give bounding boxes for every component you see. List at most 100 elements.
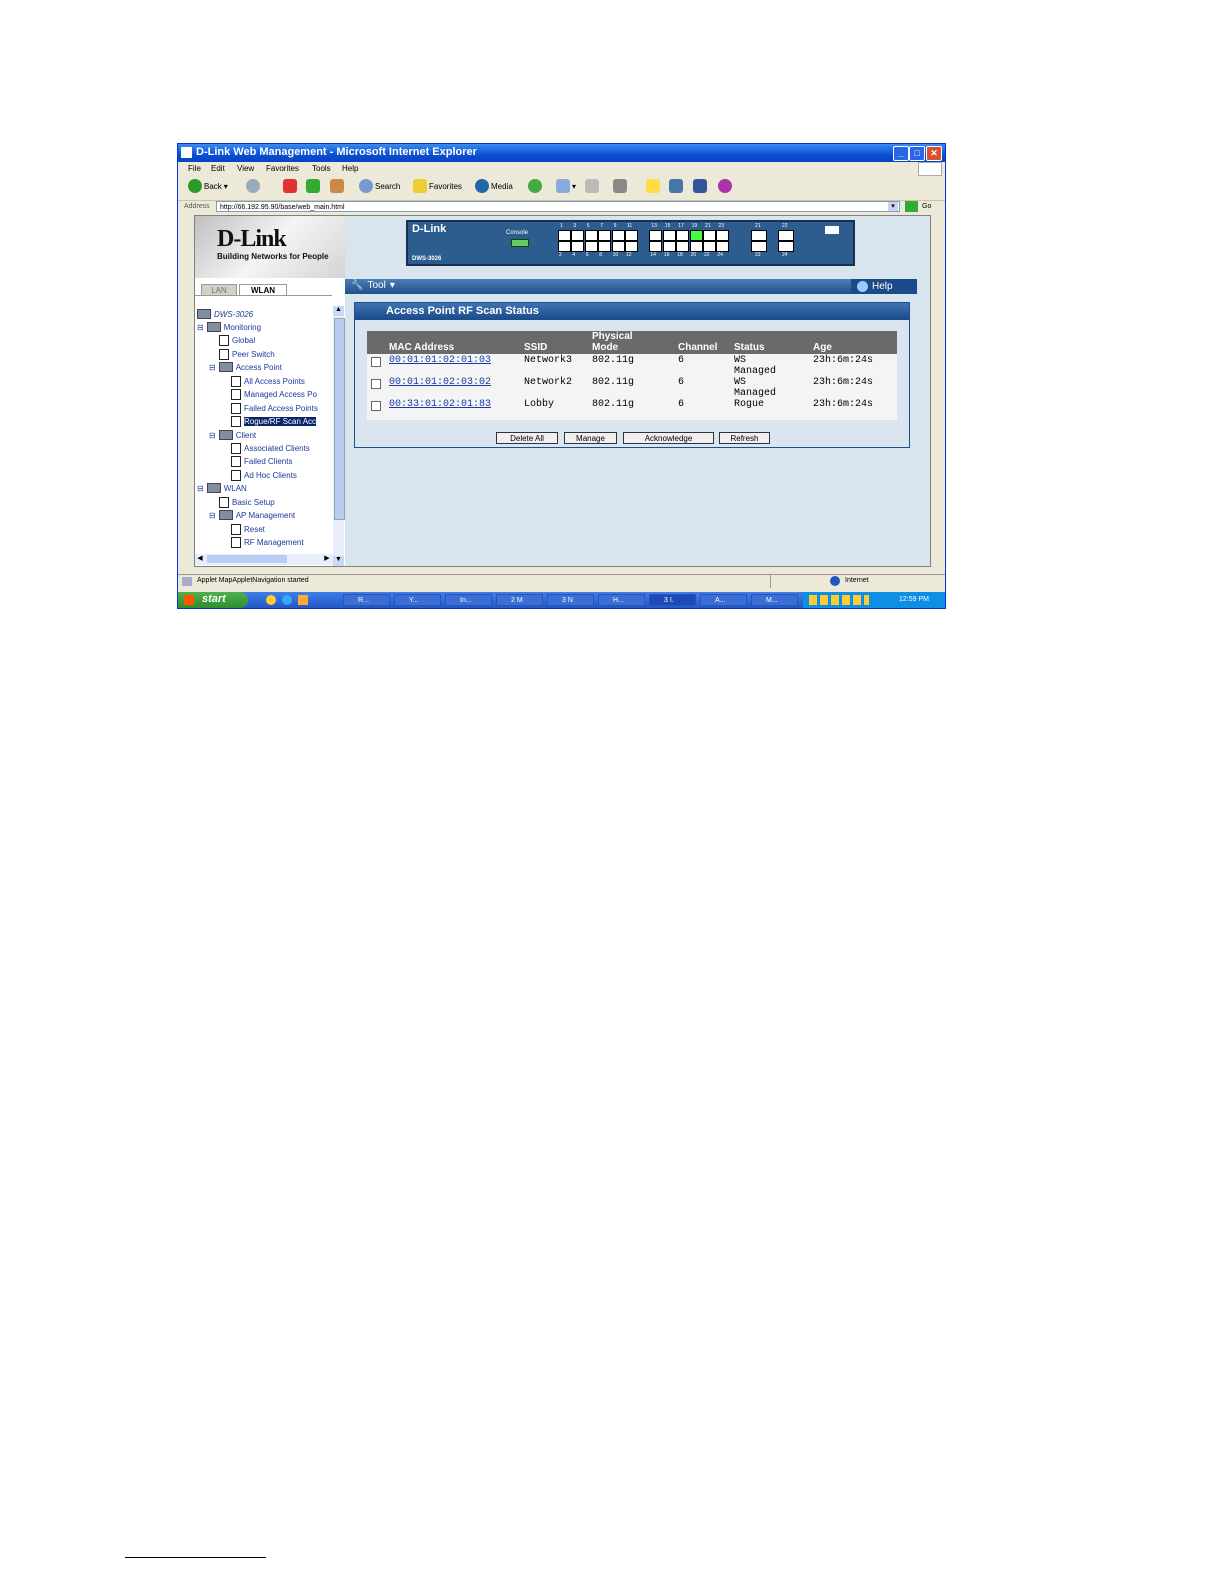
taskbar-item[interactable]: M... (751, 594, 798, 606)
tree-node-ap-management[interactable]: ⊟ AP Management (209, 510, 295, 520)
menu-file[interactable]: File (188, 164, 201, 173)
port-8[interactable] (598, 241, 612, 252)
tree-node-access-point[interactable]: ⊟ Access Point (209, 362, 282, 372)
ie-quicklaunch-icon[interactable] (282, 595, 292, 605)
outlook-quicklaunch-icon[interactable] (298, 595, 308, 605)
manage-button[interactable]: Manage (564, 432, 617, 444)
console-port[interactable] (511, 239, 529, 247)
tree-node-rogue-rf-scan[interactable]: Rogue/RF Scan Acc (231, 416, 317, 427)
menu-help[interactable]: Help (342, 164, 358, 173)
mac-link[interactable]: 00:01:01:02:01:03 (389, 355, 491, 366)
port-14[interactable] (649, 241, 663, 252)
menu-favorites[interactable]: Favorites (266, 164, 299, 173)
port-9[interactable] (611, 230, 625, 241)
taskbar-item[interactable]: H... (598, 594, 645, 606)
port-15[interactable] (662, 230, 676, 241)
scroll-down-icon[interactable]: ▼ (333, 556, 344, 566)
h-scroll-thumb[interactable] (207, 555, 287, 563)
port-1[interactable] (558, 230, 571, 241)
menu-edit[interactable]: Edit (211, 164, 225, 173)
row-checkbox[interactable] (371, 357, 381, 367)
address-input[interactable]: http://66.192.95.90/base/web_main.html (216, 201, 900, 212)
port-5[interactable] (584, 230, 598, 241)
sfp-port-21[interactable] (751, 230, 767, 241)
edit-button[interactable] (613, 179, 627, 193)
research-button[interactable] (693, 179, 707, 193)
tree-node-ad-hoc-clients[interactable]: Ad Hoc Clients (231, 470, 297, 481)
taskbar-item[interactable]: 3 N (547, 594, 594, 606)
taskbar-item[interactable]: In... (445, 594, 492, 606)
stop-button[interactable] (283, 179, 297, 193)
tree-node-monitoring[interactable]: ⊟ Monitoring (197, 322, 261, 332)
menu-tools[interactable]: Tools (312, 164, 331, 173)
address-dropdown-icon[interactable]: ▾ (888, 202, 898, 211)
tree-node-root[interactable]: DWS-3026 (197, 309, 253, 319)
tree-horizontal-scrollbar[interactable]: ◀ ▶ (195, 554, 333, 565)
port-20[interactable] (689, 241, 703, 252)
refresh-button[interactable]: Refresh (719, 432, 770, 444)
messenger-button[interactable] (669, 179, 683, 193)
row-checkbox[interactable] (371, 379, 381, 389)
tree-node-failed-access-points[interactable]: Failed Access Points (231, 403, 318, 414)
taskbar-item[interactable]: A... (700, 594, 747, 606)
media-button[interactable]: Media (475, 179, 513, 193)
scroll-thumb[interactable] (334, 318, 345, 520)
forward-button[interactable] (246, 179, 260, 193)
port-19[interactable] (689, 230, 703, 241)
tree-node-rf-management[interactable]: RF Management (231, 537, 304, 548)
help-button[interactable]: Help (851, 279, 917, 294)
refresh-browser-button[interactable] (306, 179, 320, 193)
port-16[interactable] (662, 241, 676, 252)
close-icon[interactable]: ✕ (926, 146, 942, 161)
port-6[interactable] (584, 241, 598, 252)
tree-node-client[interactable]: ⊟ Client (209, 430, 256, 440)
start-button[interactable]: start (178, 592, 248, 608)
tree-node-wlan[interactable]: ⊟ WLAN (197, 483, 247, 493)
scroll-up-icon[interactable]: ▲ (333, 306, 344, 316)
port-24[interactable] (716, 241, 730, 252)
menu-view[interactable]: View (237, 164, 254, 173)
port-10[interactable] (611, 241, 625, 252)
tree-node-reset[interactable]: Reset (231, 524, 265, 535)
port-22[interactable] (703, 241, 716, 252)
delete-all-button[interactable]: Delete All (496, 432, 558, 444)
tree-node-basic-setup[interactable]: Basic Setup (219, 497, 275, 508)
sfp-port-22[interactable] (778, 230, 794, 241)
tree-node-peer-switch[interactable]: Peer Switch (219, 349, 275, 360)
home-button[interactable] (330, 179, 344, 193)
sfp-port-23[interactable] (751, 241, 767, 252)
favorites-button[interactable]: Favorites (413, 179, 462, 193)
tree-node-global[interactable]: Global (219, 335, 255, 346)
port-3[interactable] (571, 230, 585, 241)
print-button[interactable] (585, 179, 599, 193)
tree-node-managed-access-points[interactable]: Managed Access Po (231, 389, 317, 400)
port-13[interactable] (649, 230, 663, 241)
scroll-right-icon[interactable]: ▶ (322, 554, 332, 565)
port-21[interactable] (703, 230, 716, 241)
port-7[interactable] (598, 230, 612, 241)
tool-menu[interactable]: 🔧 Tool ▾ (351, 280, 395, 291)
taskbar-item[interactable]: R... (343, 594, 390, 606)
taskbar-item-active[interactable]: 3 I. (649, 594, 696, 606)
port-2[interactable] (558, 241, 571, 252)
back-button[interactable]: Back ▾ (188, 179, 228, 193)
port-18[interactable] (676, 241, 690, 252)
go-arrow-icon[interactable] (905, 201, 918, 212)
tree-vertical-scrollbar[interactable]: ▲ ▼ (333, 306, 345, 566)
go-button[interactable]: Go (922, 203, 931, 210)
search-button[interactable]: Search (359, 179, 400, 193)
taskbar-item[interactable]: Y... (394, 594, 441, 606)
tray-icons[interactable] (809, 595, 869, 605)
mail-button[interactable]: ▾ (556, 179, 576, 193)
minimize-icon[interactable]: _ (893, 146, 909, 161)
quicklaunch-icon[interactable] (266, 595, 276, 605)
yahoo-button[interactable] (718, 179, 732, 193)
scroll-left-icon[interactable]: ◀ (195, 554, 205, 565)
sfp-port-24[interactable] (778, 241, 794, 252)
port-4[interactable] (571, 241, 585, 252)
port-12[interactable] (625, 241, 638, 252)
tree-node-failed-clients[interactable]: Failed Clients (231, 456, 292, 467)
discuss-button[interactable] (646, 179, 660, 193)
tree-node-associated-clients[interactable]: Associated Clients (231, 443, 310, 454)
mac-link[interactable]: 00:33:01:02:01:83 (389, 399, 491, 410)
